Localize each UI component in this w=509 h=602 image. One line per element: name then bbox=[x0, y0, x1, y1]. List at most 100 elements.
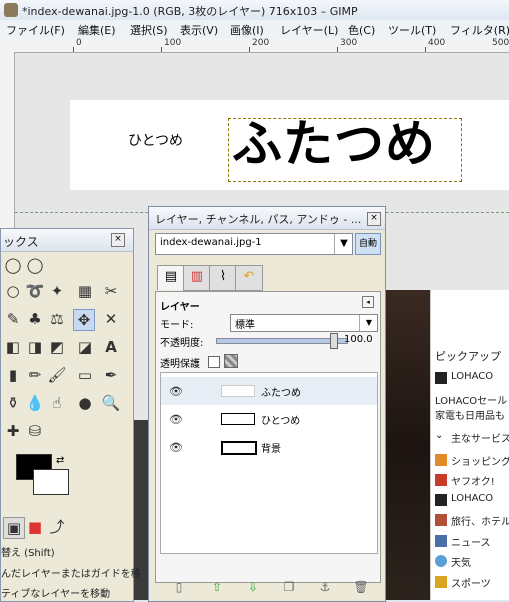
service-item[interactable]: ニュース bbox=[451, 534, 491, 549]
title-bar: *index-dewanai.jpg-1.0 (RGB, 3枚のレイヤー) 71… bbox=[0, 0, 509, 21]
color-select-icon[interactable]: ▦ bbox=[75, 281, 95, 301]
airbrush-icon[interactable]: ✒ bbox=[101, 365, 121, 385]
anchor-icon[interactable]: ⚓ bbox=[315, 579, 335, 595]
eye-icon[interactable]: 👁 bbox=[169, 413, 183, 426]
flip-icon[interactable]: ◪ bbox=[75, 337, 95, 357]
smudge-icon[interactable]: ☝ bbox=[47, 393, 67, 413]
text-tool-icon[interactable]: A bbox=[101, 337, 121, 357]
menu-edit[interactable]: 編集(E) bbox=[78, 22, 116, 38]
layer-name[interactable]: ふたつめ bbox=[261, 384, 301, 399]
raise-layer-icon[interactable]: ⇧ bbox=[207, 579, 227, 595]
tab-channels[interactable]: ▥ bbox=[183, 265, 211, 291]
chevron-down-icon[interactable]: ▼ bbox=[359, 315, 378, 331]
opacity-slider-handle[interactable] bbox=[330, 333, 338, 349]
align-icon[interactable]: ✕ bbox=[101, 309, 121, 329]
eye-icon[interactable]: 👁 bbox=[169, 385, 183, 398]
pick-icon[interactable]: ⤴ bbox=[47, 517, 67, 537]
tab-undo[interactable]: ↶ bbox=[235, 265, 263, 291]
auto-button[interactable]: 自動 bbox=[355, 233, 381, 255]
toolbox-header[interactable]: ックス × bbox=[1, 229, 133, 252]
service-item[interactable]: スポーツ bbox=[451, 575, 491, 590]
opacity-value[interactable]: 100.0 bbox=[344, 334, 373, 345]
lock-alpha-checkbox[interactable] bbox=[208, 356, 220, 368]
side-item[interactable]: 家電も日用品も bbox=[435, 407, 505, 422]
background-color[interactable] bbox=[33, 469, 69, 495]
tab-paths[interactable]: ⌇ bbox=[209, 265, 237, 291]
perspective-icon[interactable]: ◧ bbox=[3, 337, 23, 357]
ruler-label: 0 bbox=[76, 38, 82, 48]
duplicate-layer-icon[interactable]: ❐ bbox=[279, 579, 299, 595]
menu-layer[interactable]: レイヤー(L) bbox=[280, 22, 338, 38]
delete-layer-icon[interactable]: 🗑 bbox=[351, 579, 371, 595]
service-item[interactable]: 天気 bbox=[451, 554, 471, 569]
service-item[interactable]: 旅行、ホテル bbox=[451, 513, 509, 528]
lower-layer-icon[interactable]: ⇩ bbox=[243, 579, 263, 595]
bucket-fill-icon[interactable]: ▮ bbox=[3, 365, 23, 385]
heal-icon[interactable]: ✚ bbox=[3, 421, 23, 441]
clone-icon[interactable]: ♣ bbox=[25, 309, 45, 329]
pencil-icon[interactable]: ✏ bbox=[25, 365, 45, 385]
chevron-down-icon[interactable]: ▼ bbox=[334, 234, 353, 254]
menu-select[interactable]: 選択(S) bbox=[130, 22, 168, 38]
service-item[interactable]: LOHACO bbox=[451, 493, 493, 504]
side-item[interactable]: LOHACO bbox=[451, 371, 493, 382]
ellipse-select-icon[interactable]: ◯ bbox=[3, 255, 23, 275]
menu-view[interactable]: 表示(V) bbox=[180, 22, 218, 38]
menu-image[interactable]: 画像(I) bbox=[230, 22, 264, 38]
mode-select[interactable]: 標準 ▼ bbox=[230, 314, 378, 332]
eye-icon[interactable]: 👁 bbox=[169, 441, 183, 454]
mode-replace-icon[interactable]: ▣ bbox=[3, 517, 25, 539]
tab-layers[interactable]: ▤ bbox=[157, 265, 185, 290]
background-photo bbox=[384, 290, 430, 600]
canvas-text-large: ふたつめ bbox=[232, 115, 436, 173]
scale-icon[interactable]: ◨ bbox=[25, 337, 45, 357]
menu-file[interactable]: ファイル(F) bbox=[6, 22, 65, 38]
magnify-icon[interactable]: 🔍 bbox=[101, 393, 121, 413]
close-icon[interactable]: × bbox=[367, 212, 381, 226]
free-select-icon[interactable]: ○ bbox=[3, 281, 23, 301]
move-tool-icon[interactable]: ✥ bbox=[73, 309, 95, 331]
layer-row[interactable]: 👁 ひとつめ bbox=[161, 405, 377, 433]
menu-color[interactable]: 色(C) bbox=[348, 22, 375, 38]
stamp-icon[interactable]: ⛁ bbox=[25, 421, 45, 441]
measure-icon[interactable]: ⚖ bbox=[47, 309, 67, 329]
panel-menu-icon[interactable]: ◂ bbox=[362, 296, 374, 308]
auction-icon bbox=[435, 474, 447, 486]
layer-button-bar: ▯ ⇧ ⇩ ❐ ⚓ 🗑 bbox=[155, 579, 379, 597]
ink-icon[interactable]: ⚱ bbox=[3, 393, 23, 413]
new-layer-icon[interactable]: ▯ bbox=[169, 579, 189, 595]
mode-add-icon[interactable]: ■ bbox=[25, 517, 45, 537]
ruler-label: 400 bbox=[428, 38, 446, 48]
layer-thumbnail bbox=[221, 413, 255, 425]
swap-colors-icon[interactable]: ⇄ bbox=[56, 455, 64, 466]
scissors-icon[interactable]: ✂ bbox=[101, 281, 121, 301]
layer-name[interactable]: 背景 bbox=[261, 440, 281, 455]
blur-icon[interactable]: 💧 bbox=[25, 393, 45, 413]
layers-panel: レイヤー ◂ モード: 標準 ▼ 不透明度: 100.0 透明保護 👁 ふたつめ… bbox=[155, 291, 381, 583]
travel-icon bbox=[435, 514, 447, 526]
service-item[interactable]: ショッピング bbox=[451, 453, 509, 468]
dock-header[interactable]: レイヤー, チャンネル, パス, アンドゥ - ... × bbox=[149, 207, 385, 230]
gimp-icon bbox=[4, 3, 18, 17]
fuzzy-select-icon[interactable]: ✦ bbox=[47, 281, 67, 301]
layer-name[interactable]: ひとつめ bbox=[261, 412, 300, 427]
side-item[interactable]: LOHACOセール bbox=[435, 392, 507, 407]
paths-icon[interactable]: ✎ bbox=[3, 309, 23, 329]
menu-filters[interactable]: フィルタ(R) bbox=[450, 22, 509, 38]
ellipse-select-icon[interactable]: ◯ bbox=[25, 255, 45, 275]
opacity-slider[interactable] bbox=[216, 338, 348, 344]
eraser-icon[interactable]: ▭ bbox=[75, 365, 95, 385]
shear-icon[interactable]: ◩ bbox=[47, 337, 67, 357]
service-item[interactable]: ヤフオク! bbox=[451, 473, 495, 488]
layer-row[interactable]: 👁 背景 bbox=[161, 433, 377, 461]
tool-option-desc[interactable]: ティブなレイヤーを移動 bbox=[1, 585, 110, 600]
dodge-burn-icon[interactable]: ● bbox=[75, 393, 95, 413]
paintbrush-icon[interactable]: 🖌 bbox=[47, 365, 67, 385]
layer-row[interactable]: 👁 ふたつめ bbox=[161, 377, 377, 405]
lohaco-icon bbox=[435, 494, 447, 506]
close-icon[interactable]: × bbox=[111, 233, 125, 247]
lasso-icon[interactable]: ➰ bbox=[25, 281, 45, 301]
image-select[interactable]: index-dewanai.jpg-1 ▼ bbox=[155, 233, 353, 255]
tool-option-desc[interactable]: んだレイヤーまたはガイドを移 bbox=[1, 565, 141, 580]
menu-tools[interactable]: ツール(T) bbox=[388, 22, 436, 38]
